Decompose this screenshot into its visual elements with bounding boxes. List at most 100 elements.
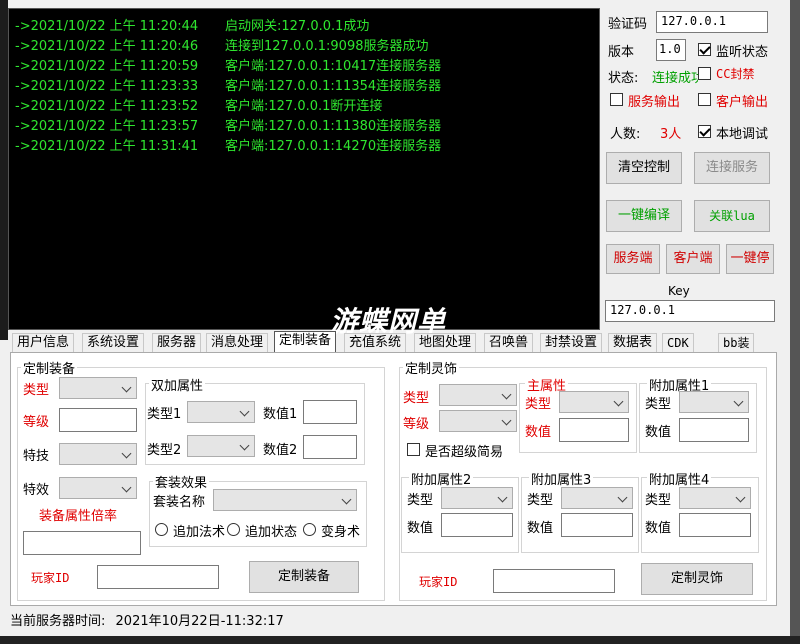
compile-button[interactable]: 一键编译 [606, 200, 682, 232]
radio-add-status[interactable] [227, 523, 240, 536]
main-window: ->2021/10/22 上午 11:20:44 启动网关:127.0.0.1成功… [0, 0, 790, 636]
spirit-type-select[interactable] [439, 384, 517, 406]
service-output-label: 服务输出 [628, 95, 681, 110]
main-value-input[interactable] [559, 418, 629, 442]
count-label: 人数: [610, 127, 641, 142]
listen-checkbox[interactable] [698, 43, 711, 56]
equip-player-input[interactable] [97, 565, 219, 589]
tab-message[interactable]: 消息处理 [206, 333, 269, 353]
lua-button[interactable]: 关联lua [694, 200, 770, 232]
spirit-type-label: 类型 [403, 391, 430, 406]
spirit-player-input[interactable] [493, 569, 615, 593]
connect-button[interactable]: 连接服务 [694, 152, 770, 184]
count-value: 3人 [660, 127, 682, 142]
status-value: 连接成功 [652, 71, 698, 86]
add3-value-input[interactable] [561, 513, 633, 537]
add3-type-select[interactable] [561, 487, 633, 509]
spirit-level-select[interactable] [439, 410, 517, 432]
type2-select[interactable] [187, 435, 255, 457]
status-label: 状态: [608, 71, 639, 86]
server-button[interactable]: 服务端 [606, 244, 660, 274]
verify-input[interactable]: 127.0.0.1 [656, 11, 768, 33]
verify-label: 验证码 [608, 17, 648, 32]
tab-recharge[interactable]: 充值系统 [344, 333, 407, 353]
tab-server[interactable]: 服务器 [152, 333, 202, 353]
service-output-checkbox[interactable] [610, 93, 623, 106]
key-input[interactable]: 127.0.0.1 [605, 300, 775, 322]
type2-label: 类型2 [147, 443, 182, 458]
add1-type-select[interactable] [679, 391, 749, 413]
add1-value-label: 数值 [645, 425, 672, 440]
tab-data-table[interactable]: 数据表 [608, 333, 658, 353]
log-line: ->2021/10/22 上午 11:20:44 启动网关:127.0.0.1成功 [15, 19, 370, 34]
main-type-select[interactable] [559, 391, 629, 413]
equip-type-select[interactable] [59, 377, 137, 399]
local-debug-label: 本地调试 [716, 127, 769, 142]
log-line: ->2021/10/22 上午 11:20:59 客户端:127.0.0.1:10… [15, 59, 442, 74]
version-input[interactable]: 1.0 [656, 39, 686, 61]
version-label: 版本 [608, 45, 635, 60]
equip-group-title: 定制装备 [21, 358, 78, 377]
tab-map[interactable]: 地图处理 [414, 333, 477, 353]
add2-value-input[interactable] [441, 513, 513, 537]
tab-summon[interactable]: 召唤兽 [484, 333, 534, 353]
value1-input[interactable] [303, 400, 357, 424]
background-right-edge [790, 0, 800, 644]
add3-value-label: 数值 [527, 521, 554, 536]
add1-value-input[interactable] [679, 418, 749, 442]
log-line: ->2021/10/22 上午 11:23:57 客户端:127.0.0.1:11… [15, 119, 442, 134]
value1-label: 数值1 [263, 407, 298, 422]
radio-add-status-label: 追加状态 [245, 525, 298, 540]
tab-user-info[interactable]: 用户信息 [12, 333, 75, 353]
cc-checkbox[interactable] [698, 67, 711, 80]
log-line: ->2021/10/22 上午 11:23:52 客户端:127.0.0.1断开连… [15, 99, 383, 114]
add-attr3-title: 附加属性3 [529, 469, 594, 488]
stop-button[interactable]: 一键停 [726, 244, 774, 274]
equip-effect-label: 特效 [23, 483, 50, 498]
equip-effect-select[interactable] [59, 477, 137, 499]
value2-input[interactable] [303, 435, 357, 459]
spirit-player-label: 玩家ID [419, 575, 458, 589]
add-attr4-title: 附加属性4 [647, 469, 712, 488]
log-console[interactable]: ->2021/10/22 上午 11:20:44 启动网关:127.0.0.1成功… [8, 8, 600, 330]
client-output-checkbox[interactable] [698, 93, 711, 106]
listen-label: 监听状态 [716, 45, 769, 60]
equip-ratio-input[interactable] [23, 531, 141, 555]
background-bottom-edge [0, 636, 800, 644]
client-output-label: 客户输出 [716, 95, 769, 110]
main-type-label: 类型 [525, 397, 552, 412]
tab-system-settings[interactable]: 系统设置 [82, 333, 145, 353]
radio-add-spell[interactable] [155, 523, 168, 536]
equip-submit-button[interactable]: 定制装备 [249, 561, 359, 593]
clear-button[interactable]: 清空控制 [606, 152, 682, 184]
add4-type-label: 类型 [645, 493, 672, 508]
cc-label: CC封禁 [716, 67, 755, 81]
radio-transform[interactable] [303, 523, 316, 536]
add4-value-input[interactable] [679, 513, 751, 537]
equip-level-input[interactable] [59, 408, 137, 432]
tab-bb-equip[interactable]: bb装 [718, 333, 755, 353]
tab-cdk[interactable]: CDK [662, 333, 694, 353]
equip-level-label: 等级 [23, 415, 50, 430]
tab-custom-equip[interactable]: 定制装备 [274, 331, 337, 353]
add1-type-label: 类型 [645, 397, 672, 412]
type1-select[interactable] [187, 401, 255, 423]
log-line: ->2021/10/22 上午 11:20:46 连接到127.0.0.1:909… [15, 39, 429, 54]
spirit-group-title: 定制灵饰 [403, 358, 460, 377]
add2-type-select[interactable] [441, 487, 513, 509]
spirit-submit-button[interactable]: 定制灵饰 [641, 563, 753, 595]
tab-strip: 用户信息 系统设置 服务器 消息处理 定制装备 充值系统 地图处理 召唤兽 封禁… [10, 331, 780, 353]
equip-skill-select[interactable] [59, 443, 137, 465]
set-name-label: 套装名称 [153, 495, 206, 510]
double-attr-title: 双加属性 [149, 375, 206, 394]
equip-ratio-label: 装备属性倍率 [39, 509, 118, 524]
log-line: ->2021/10/22 上午 11:31:41 客户端:127.0.0.1:14… [15, 139, 442, 154]
log-line: ->2021/10/22 上午 11:23:33 客户端:127.0.0.1:11… [15, 79, 442, 94]
tab-ban[interactable]: 封禁设置 [540, 333, 603, 353]
add4-type-select[interactable] [679, 487, 751, 509]
client-button[interactable]: 客户端 [666, 244, 720, 274]
equip-type-label: 类型 [23, 383, 50, 398]
set-name-select[interactable] [213, 489, 357, 511]
local-debug-checkbox[interactable] [698, 125, 711, 138]
super-simple-checkbox[interactable] [407, 443, 420, 456]
